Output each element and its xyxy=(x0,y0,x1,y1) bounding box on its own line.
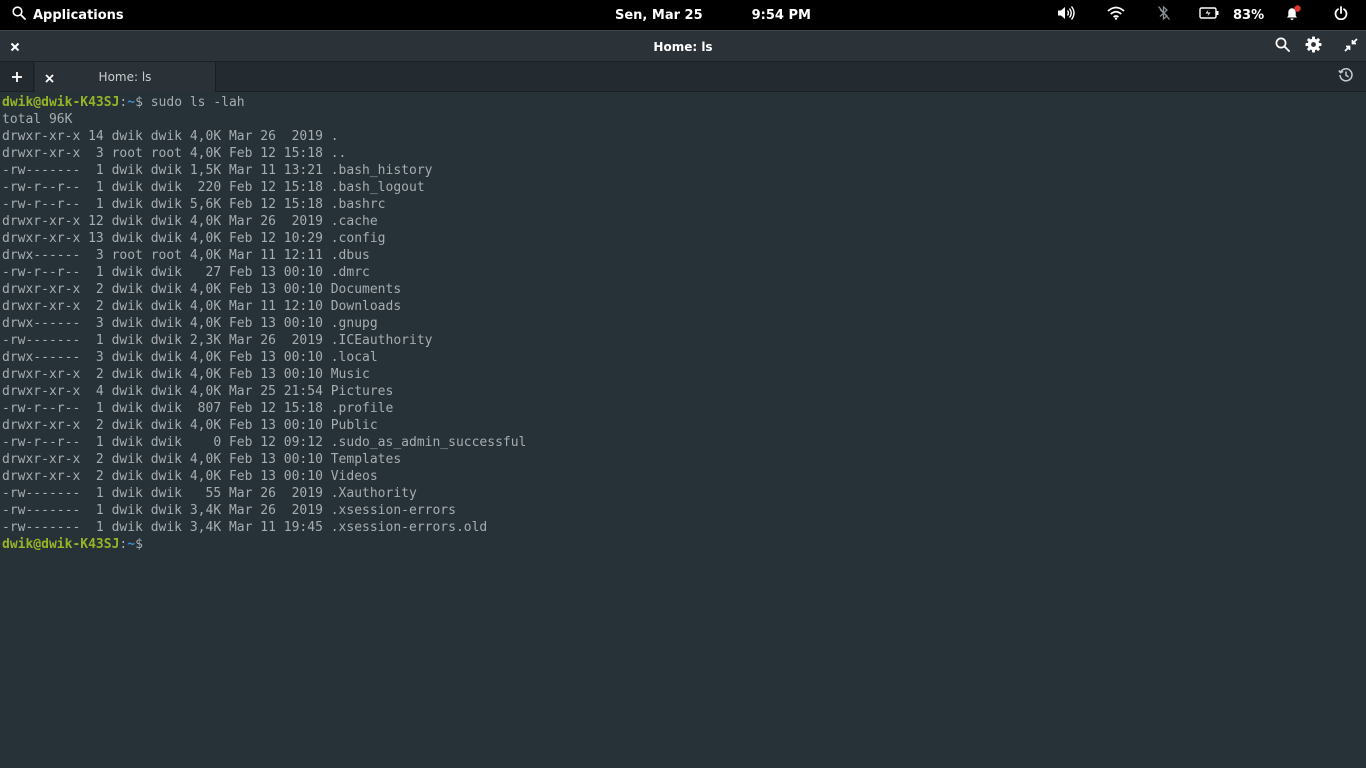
search-button[interactable] xyxy=(1268,31,1296,62)
battery-indicator[interactable]: 83% xyxy=(1199,0,1279,30)
listing-row: drwxr-xr-x 2 dwik dwik 4,0K Mar 11 12:10… xyxy=(2,299,402,314)
new-tab-button[interactable] xyxy=(0,62,34,92)
listing-row: -rw------- 1 dwik dwik 55 Mar 26 2019 .X… xyxy=(2,486,417,501)
battery-percent: 83% xyxy=(1233,7,1265,23)
power-indicator[interactable] xyxy=(1331,0,1351,30)
bluetooth-indicator[interactable] xyxy=(1153,0,1175,30)
prompt-user: dwik@dwik-K43SJ xyxy=(2,95,120,110)
time-text: 9:54 PM xyxy=(751,7,811,23)
battery-icon xyxy=(1199,7,1219,23)
datetime-indicator[interactable]: Sen, Mar 25 9:54 PM xyxy=(615,0,811,30)
listing-row: -rw------- 1 dwik dwik 3,4K Mar 26 2019 … xyxy=(2,503,456,518)
top-panel: Applications Sen, Mar 25 9:54 PM 83% xyxy=(0,0,1366,30)
listing-row: drwxr-xr-x 2 dwik dwik 4,0K Feb 13 00:10… xyxy=(2,282,402,297)
listing-row: -rw-r--r-- 1 dwik dwik 0 Feb 12 09:12 .s… xyxy=(2,435,527,450)
command-text: sudo ls -lah xyxy=(150,95,245,110)
listing-row: drwxr-xr-x 12 dwik dwik 4,0K Mar 26 2019… xyxy=(2,214,378,229)
notifications-indicator[interactable] xyxy=(1282,0,1304,30)
current-prompt-line: dwik@dwik-K43SJ:~$ xyxy=(2,536,1366,553)
notification-icon xyxy=(1284,5,1302,25)
listing-row: -rw------- 1 dwik dwik 1,5K Mar 11 13:21… xyxy=(2,163,433,178)
prompt-symbol: $ xyxy=(135,95,151,110)
tab-home-ls[interactable]: Home: ls xyxy=(35,62,216,92)
listing-row: drwxr-xr-x 2 dwik dwik 4,0K Feb 13 00:10… xyxy=(2,367,370,382)
listing-row: -rw-r--r-- 1 dwik dwik 807 Feb 12 15:18 … xyxy=(2,401,394,416)
listing-row: drwxr-xr-x 2 dwik dwik 4,0K Feb 13 00:10… xyxy=(2,469,378,484)
settings-button[interactable] xyxy=(1299,31,1327,62)
prompt-path: ~ xyxy=(127,537,136,552)
wifi-icon xyxy=(1107,6,1125,24)
total-line: total 96K xyxy=(2,112,73,127)
volume-indicator[interactable] xyxy=(1055,0,1077,30)
date-text: Sen, Mar 25 xyxy=(615,7,703,23)
unmaximize-icon xyxy=(1344,37,1358,56)
listing-row: drwxr-xr-x 3 root root 4,0K Feb 12 15:18… xyxy=(2,146,347,161)
close-icon xyxy=(44,68,54,87)
window-titlebar[interactable]: Home: ls xyxy=(0,30,1366,62)
listing-row: -rw-r--r-- 1 dwik dwik 5,6K Feb 12 15:18… xyxy=(2,197,386,212)
listing-row: drwx------ 3 dwik dwik 4,0K Feb 13 00:10… xyxy=(2,316,378,331)
listing-row: drwx------ 3 root root 4,0K Mar 11 12:11… xyxy=(2,248,370,263)
prompt-path: ~ xyxy=(127,95,136,110)
text-cursor xyxy=(151,536,159,551)
power-icon xyxy=(1334,6,1348,24)
listing-row: -rw-r--r-- 1 dwik dwik 220 Feb 12 15:18 … xyxy=(2,180,425,195)
unmaximize-button[interactable] xyxy=(1337,31,1365,62)
listing-row: drwxr-xr-x 13 dwik dwik 4,0K Feb 12 10:2… xyxy=(2,231,386,246)
command-line: dwik@dwik-K43SJ:~$ sudo ls -lah xyxy=(2,94,1366,111)
listing-row: drwx------ 3 dwik dwik 4,0K Feb 13 00:10… xyxy=(2,350,378,365)
file-listing: drwxr-xr-x 14 dwik dwik 4,0K Mar 26 2019… xyxy=(2,128,1366,536)
applications-menu-button[interactable]: Applications xyxy=(12,0,124,30)
listing-row: -rw------- 1 dwik dwik 3,4K Mar 11 19:45… xyxy=(2,520,488,535)
window-title: Home: ls xyxy=(653,39,713,54)
plus-icon xyxy=(11,68,23,87)
listing-row: drwxr-xr-x 2 dwik dwik 4,0K Feb 13 00:10… xyxy=(2,418,378,433)
terminal-output[interactable]: dwik@dwik-K43SJ:~$ sudo ls -lah total 96… xyxy=(0,92,1366,768)
listing-row: -rw-r--r-- 1 dwik dwik 27 Feb 13 00:10 .… xyxy=(2,265,370,280)
listing-row: drwxr-xr-x 2 dwik dwik 4,0K Feb 13 00:10… xyxy=(2,452,402,467)
tab-bar: Home: ls xyxy=(0,62,1366,92)
listing-row: drwxr-xr-x 14 dwik dwik 4,0K Mar 26 2019… xyxy=(2,129,339,144)
listing-row: drwxr-xr-x 4 dwik dwik 4,0K Mar 25 21:54… xyxy=(2,384,394,399)
wifi-indicator[interactable] xyxy=(1105,0,1127,30)
applications-label: Applications xyxy=(33,7,124,23)
search-icon xyxy=(12,6,26,24)
listing-row: -rw------- 1 dwik dwik 2,3K Mar 26 2019 … xyxy=(2,333,433,348)
close-tab-button[interactable] xyxy=(41,62,57,92)
bluetooth-disabled-icon xyxy=(1157,5,1171,25)
gear-icon xyxy=(1305,36,1322,57)
closed-tabs-history-button[interactable] xyxy=(1336,62,1356,92)
tab-label: Home: ls xyxy=(98,70,152,84)
volume-icon xyxy=(1057,5,1075,25)
history-icon xyxy=(1338,67,1354,87)
search-icon xyxy=(1275,37,1290,56)
prompt-user: dwik@dwik-K43SJ xyxy=(2,537,120,552)
prompt-symbol: $ xyxy=(135,537,151,552)
